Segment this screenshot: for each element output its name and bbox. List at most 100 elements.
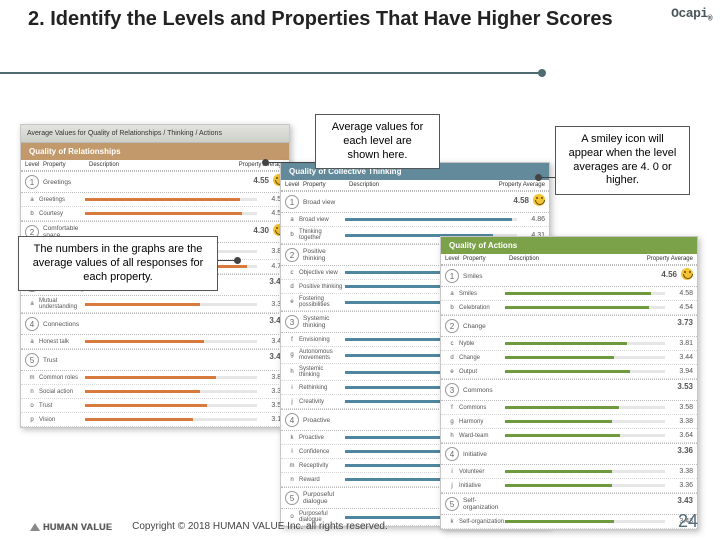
triangle-icon — [30, 523, 40, 531]
level-name: Broad view — [303, 199, 343, 206]
level-number: 3 — [285, 315, 299, 329]
level-block: 4Initiative3.36iVolunteer3.38jInitiative… — [441, 443, 697, 493]
copyright-text: Copyright © 2018 HUMAN VALUE Inc. all ri… — [132, 521, 388, 532]
level-number: 4 — [445, 447, 459, 461]
property-letter: b — [25, 211, 39, 217]
property-row: aHonest talk3.49 — [21, 335, 289, 349]
column-headers: LevelPropertyDescriptionProperty Average — [281, 180, 549, 191]
property-row: gHarmony3.38 — [441, 415, 697, 429]
property-name: Broad view — [299, 217, 345, 223]
panel-topbar: Average Values for Quality of Relationsh… — [21, 125, 289, 143]
property-name: Honest talk — [39, 339, 85, 345]
property-bar — [505, 481, 665, 490]
property-name: Rethinking — [299, 385, 345, 391]
property-bar — [85, 401, 257, 410]
property-letter: a — [25, 197, 39, 203]
property-name: Smiles — [459, 291, 505, 297]
property-name: Autonomous movements — [299, 349, 345, 361]
level-name: Connections — [43, 321, 83, 328]
level-name: Positive thinking — [303, 248, 343, 262]
property-name: Envisioning — [299, 337, 345, 343]
property-name: Ward-team — [459, 433, 505, 439]
property-row: cNyble3.81 — [441, 337, 697, 351]
property-letter: j — [445, 483, 459, 489]
levels-container: 1Greetings4.55aGreetings4.50bCourtesy4.5… — [21, 171, 289, 427]
property-name: Thinking together — [299, 229, 345, 241]
property-bar — [505, 467, 665, 476]
property-row: aSmiles4.58 — [441, 287, 697, 301]
property-name: Nyble — [459, 341, 505, 347]
property-name: Greetings — [39, 197, 85, 203]
page-number: 24 — [678, 511, 698, 532]
property-bar — [505, 289, 665, 298]
property-name: Output — [459, 369, 505, 375]
property-name: Proactive — [299, 435, 345, 441]
level-name: Proactive — [303, 417, 343, 424]
property-bar — [85, 415, 257, 424]
property-value: 3.38 — [665, 418, 693, 425]
level-number: 5 — [285, 491, 299, 505]
property-letter: d — [285, 284, 299, 290]
level-header: 3Commons3.53 — [441, 379, 697, 401]
property-letter: e — [445, 369, 459, 375]
property-value: 3.94 — [665, 368, 693, 375]
level-name: Greetings — [43, 179, 83, 186]
property-letter: a — [285, 217, 299, 223]
panel-quality-actions: Quality of Actions LevelPropertyDescript… — [440, 236, 698, 530]
property-row: bCelebration4.54 — [441, 301, 697, 315]
property-value: 3.36 — [665, 482, 693, 489]
brand-logo: Ocapi® — [671, 6, 712, 24]
level-header: 1Greetings4.55 — [21, 171, 289, 193]
level-average: 3.43 — [677, 496, 693, 505]
level-average: 3.53 — [677, 382, 693, 391]
property-row: aBroad view4.86 — [281, 213, 549, 227]
levels-container: 1Smiles4.56aSmiles4.58bCelebration4.542C… — [441, 265, 697, 529]
page-title: 2. Identify the Levels and Properties Th… — [28, 4, 628, 34]
property-letter: i — [285, 385, 299, 391]
property-letter: l — [285, 449, 299, 455]
property-letter: m — [285, 463, 299, 469]
level-name: Smiles — [463, 273, 503, 280]
level-number: 2 — [285, 248, 299, 262]
property-letter: o — [285, 514, 299, 520]
property-bar — [85, 337, 257, 346]
level-name: Initiative — [463, 451, 503, 458]
property-name: Receptivity — [299, 463, 345, 469]
property-row: aGreetings4.50 — [21, 193, 289, 207]
property-row: jInitiative3.36 — [441, 479, 697, 493]
level-header: 2Change3.73 — [441, 315, 697, 337]
level-average: 4.56 — [661, 270, 677, 279]
property-letter: b — [285, 232, 299, 238]
property-row: aMutual understanding3.36 — [21, 296, 289, 313]
property-letter: n — [25, 389, 39, 395]
property-letter: a — [25, 339, 39, 345]
property-name: Systemic thinking — [299, 366, 345, 378]
property-letter: h — [285, 369, 299, 375]
level-header: 4 Initiative 3.36 — [441, 443, 697, 465]
level-block: 3Commons3.53fCommons3.58gHarmony3.38hWar… — [441, 379, 697, 443]
property-bar — [345, 215, 517, 224]
level-average: 3.36 — [677, 446, 693, 455]
footer: HUMAN VALUE Copyright © 2018 HUMAN VALUE… — [0, 521, 720, 532]
property-letter: d — [445, 355, 459, 361]
level-average: 3.73 — [677, 318, 693, 327]
property-bar — [505, 431, 665, 440]
smiley-icon — [681, 268, 693, 280]
property-value: 3.44 — [665, 354, 693, 361]
level-number: 2 — [445, 319, 459, 333]
property-row: oTrust3.55 — [21, 399, 289, 413]
property-name: Common roles — [39, 375, 85, 381]
property-name: Mutual understanding — [39, 298, 85, 310]
callout-smiley-rule: A smiley icon will appear when the level… — [555, 126, 690, 195]
property-letter: m — [25, 375, 39, 381]
level-name: Systemic thinking — [303, 315, 343, 329]
property-letter: o — [25, 403, 39, 409]
property-value: 4.58 — [665, 290, 693, 297]
property-name: Objective view — [299, 270, 345, 276]
property-name: Change — [459, 355, 505, 361]
level-block: 2Change3.73cNyble3.81 dChange 3.44 eOutput 3… — [441, 315, 697, 379]
property-letter: c — [445, 341, 459, 347]
property-letter: p — [25, 417, 39, 423]
connector — [218, 260, 236, 261]
connector — [267, 162, 315, 163]
